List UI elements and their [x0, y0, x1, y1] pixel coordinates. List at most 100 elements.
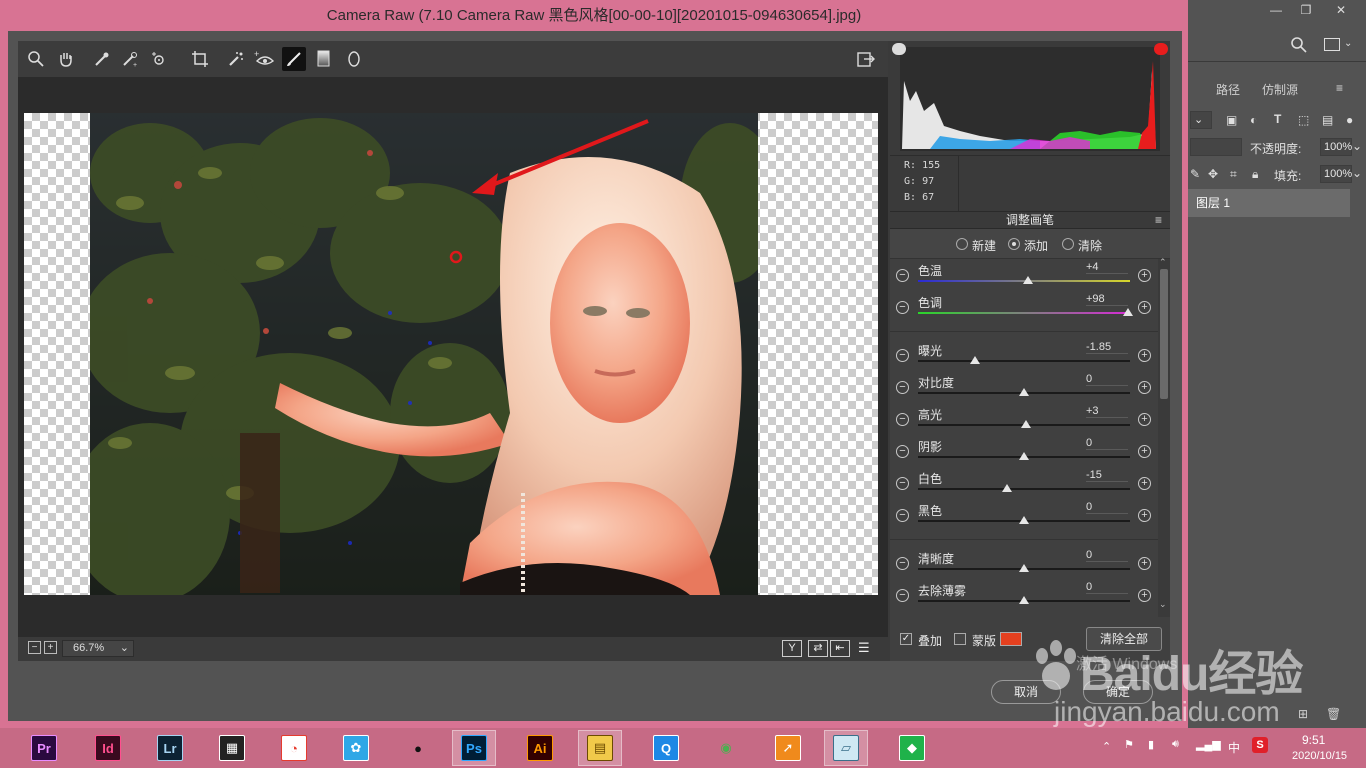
- slider-value[interactable]: 0: [1086, 373, 1128, 386]
- slider-track[interactable]: [918, 488, 1130, 490]
- slider-value[interactable]: -1.85: [1086, 341, 1128, 354]
- mask-color-swatch[interactable]: [1000, 632, 1022, 646]
- mode-new-label[interactable]: 新建: [972, 237, 996, 254]
- slider-thumb[interactable]: [1021, 420, 1032, 428]
- photoshop-icon[interactable]: Ps: [452, 730, 496, 766]
- slider-track[interactable]: [918, 312, 1130, 314]
- ok-button[interactable]: 确定: [1083, 680, 1153, 704]
- chrome-icon[interactable]: ◉: [704, 730, 748, 766]
- slider-thumb[interactable]: [1019, 516, 1029, 524]
- qq-icon[interactable]: ●: [396, 730, 440, 766]
- minimize-icon[interactable]: —: [1261, 0, 1291, 20]
- slider-thumb[interactable]: [970, 356, 981, 364]
- slider-thumb[interactable]: [1019, 596, 1029, 604]
- slider-thumb[interactable]: [1019, 388, 1029, 396]
- mode-erase-label[interactable]: 清除: [1078, 237, 1102, 254]
- photo-preview[interactable]: [90, 113, 758, 595]
- slider-track[interactable]: [918, 360, 1130, 362]
- shape-filter-icon[interactable]: ⬚: [1298, 113, 1309, 127]
- slider-value[interactable]: 0: [1086, 437, 1128, 450]
- image-filter-icon[interactable]: ▣: [1226, 113, 1237, 127]
- panel-scrollbar[interactable]: ⌃ ⌄: [1158, 257, 1170, 617]
- scroll-down-icon[interactable]: ⌄: [1159, 599, 1167, 610]
- filter-dropdown[interactable]: ⌄: [1190, 111, 1212, 129]
- artboard-lock-icon[interactable]: ⌗: [1230, 167, 1237, 182]
- lock-icon[interactable]: 🔒︎: [1252, 167, 1258, 182]
- plus-icon[interactable]: +: [1138, 381, 1151, 394]
- fill-input[interactable]: 100%: [1320, 165, 1352, 183]
- adjustment-brush-icon[interactable]: [282, 47, 306, 71]
- cancel-button[interactable]: 取消: [991, 680, 1061, 704]
- hand-icon[interactable]: [54, 47, 78, 71]
- mask-checkbox[interactable]: [954, 633, 966, 645]
- plus-icon[interactable]: +: [1138, 301, 1151, 314]
- scroll-up-icon[interactable]: ⌃: [1159, 257, 1167, 268]
- slider-thumb[interactable]: [1122, 308, 1133, 316]
- ime-indicator[interactable]: 中: [1228, 739, 1240, 756]
- zoom-out-button[interactable]: −: [28, 641, 41, 654]
- type-filter-icon[interactable]: T: [1274, 112, 1281, 126]
- chevron-down-icon[interactable]: ⌄: [1352, 139, 1362, 153]
- slider-value[interactable]: +98: [1086, 293, 1128, 306]
- clock-time[interactable]: 9:51: [1302, 733, 1325, 747]
- slider-value[interactable]: 0: [1086, 581, 1128, 594]
- slider-value[interactable]: -15: [1086, 469, 1128, 482]
- slider-value[interactable]: 0: [1086, 549, 1128, 562]
- crop-icon[interactable]: [188, 47, 212, 71]
- notes-icon[interactable]: ▱: [824, 730, 868, 766]
- white-balance-icon[interactable]: [90, 47, 114, 71]
- minus-icon[interactable]: −: [896, 509, 909, 522]
- zoom-level-select[interactable]: 66.7% ⌄: [62, 640, 134, 657]
- search-icon[interactable]: [1290, 36, 1308, 59]
- chevron-down-icon[interactable]: ⌄: [1344, 38, 1352, 49]
- clear-all-button[interactable]: 清除全部: [1086, 627, 1162, 651]
- mode-add-label[interactable]: 添加: [1024, 237, 1048, 254]
- lightroom-icon[interactable]: Lr: [148, 730, 192, 766]
- blend-mode-dropdown[interactable]: [1190, 138, 1242, 156]
- zoom-icon[interactable]: [24, 47, 48, 71]
- plus-icon[interactable]: +: [1138, 509, 1151, 522]
- close-icon[interactable]: ✕: [1326, 0, 1356, 20]
- filter-toggle-icon[interactable]: ●: [1346, 113, 1353, 127]
- workspace-icon[interactable]: [1324, 38, 1340, 51]
- file-explorer-icon[interactable]: ▤: [578, 730, 622, 766]
- slider-thumb[interactable]: [1023, 276, 1034, 284]
- slider-thumb[interactable]: [1019, 452, 1029, 460]
- toggle-settings-icon[interactable]: ☰: [858, 640, 870, 656]
- zoom-in-button[interactable]: +: [44, 641, 57, 654]
- sogou-icon[interactable]: S: [1252, 737, 1268, 753]
- minus-icon[interactable]: −: [896, 301, 909, 314]
- minus-icon[interactable]: −: [896, 413, 909, 426]
- volume-icon[interactable]: 🔊︎: [1172, 738, 1179, 751]
- plus-icon[interactable]: +: [1138, 477, 1151, 490]
- sync-icon[interactable]: ➚: [766, 730, 810, 766]
- network-icon[interactable]: ▂▄▆: [1196, 738, 1221, 751]
- scrollbar-thumb[interactable]: [1160, 269, 1168, 399]
- smart-object-filter-icon[interactable]: ▤: [1322, 113, 1333, 127]
- plus-icon[interactable]: +: [1138, 269, 1151, 282]
- minus-icon[interactable]: −: [896, 557, 909, 570]
- red-eye-icon[interactable]: +: [252, 47, 276, 71]
- slider-value[interactable]: +3: [1086, 405, 1128, 418]
- 360-icon[interactable]: ◔: [272, 730, 316, 766]
- graduated-filter-icon[interactable]: [312, 47, 336, 71]
- opacity-input[interactable]: 100%: [1320, 138, 1352, 156]
- radio-add[interactable]: [1008, 238, 1020, 250]
- premiere-icon[interactable]: Pr: [22, 730, 66, 766]
- plus-icon[interactable]: +: [1138, 589, 1151, 602]
- radio-new[interactable]: [956, 238, 968, 250]
- swap-settings-icon[interactable]: ⇄: [808, 640, 828, 657]
- illustrator-icon[interactable]: Ai: [518, 730, 562, 766]
- tab-clone-source[interactable]: 仿制源: [1262, 81, 1298, 98]
- minus-icon[interactable]: −: [896, 349, 909, 362]
- minus-icon[interactable]: −: [896, 477, 909, 490]
- flag-icon[interactable]: ⚑: [1124, 738, 1134, 751]
- minus-icon[interactable]: −: [896, 381, 909, 394]
- slider-thumb[interactable]: [1002, 484, 1013, 492]
- plus-icon[interactable]: +: [1138, 413, 1151, 426]
- copy-settings-icon[interactable]: ⇤: [830, 640, 850, 657]
- minus-icon[interactable]: −: [896, 445, 909, 458]
- highlight-clipping-icon[interactable]: [1154, 43, 1168, 55]
- before-after-icon[interactable]: Y: [782, 640, 802, 657]
- panel-menu-icon[interactable]: ≡: [1336, 81, 1343, 95]
